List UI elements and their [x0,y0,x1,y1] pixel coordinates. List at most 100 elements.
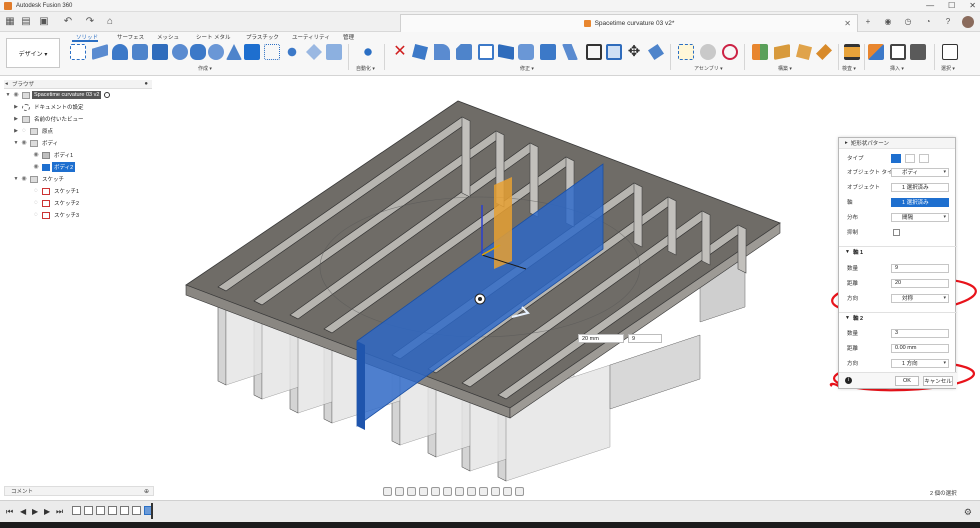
save-icon[interactable]: ▣ [38,16,50,28]
timeline-extrude-feature[interactable] [108,506,117,515]
distance-input[interactable]: 20 mm [578,334,624,343]
effects-icon[interactable] [503,486,512,496]
tab-sheet-metal[interactable]: シート メタル [196,33,231,41]
pattern-features-icon[interactable] [919,153,929,163]
joint-icon[interactable] [700,44,716,60]
press-pull-icon[interactable] [412,44,428,60]
sweep-icon[interactable] [132,44,148,60]
object-visibility-icon[interactable] [515,486,524,496]
help-icon[interactable]: ? [942,16,954,28]
orbit-icon[interactable] [383,486,392,496]
move-copy-icon[interactable]: ✥ [626,44,642,60]
timeline-sketch-feature[interactable] [96,506,105,515]
axis1-direction-select[interactable]: 対称 [891,293,949,303]
visibility-eye-icon[interactable]: ◉ [20,140,28,146]
tree-row-settings[interactable]: ▶ ドキュメントの設定 [4,101,152,113]
ok-button[interactable]: OK [895,376,919,386]
box-icon[interactable] [152,44,168,60]
visibility-eye-icon[interactable]: ◌ [32,212,40,218]
comments-panel[interactable]: コメント ⊕ [4,486,154,496]
tree-row-root[interactable]: ▼ ◉ Spacetime curvature 03 v2 [4,89,152,101]
timeline-sketch-feature[interactable] [72,506,81,515]
extensions-icon[interactable]: ◉ [882,16,894,28]
insert-group-label[interactable]: 挿入 ▾ [890,65,904,72]
shell-icon[interactable] [478,44,494,60]
offset-plane-icon[interactable] [752,44,768,60]
timeline-extrude-feature[interactable] [84,506,93,515]
modify-group-label[interactable]: 修正 ▾ [520,65,534,72]
silhouette-split-icon[interactable] [606,44,622,60]
info-icon[interactable]: i [845,377,852,384]
step-forward-icon[interactable]: ▶ [44,507,50,516]
visibility-eye-icon[interactable]: ◌ [32,188,40,194]
maximize-button[interactable]: ☐ [948,1,955,10]
visibility-eye-icon[interactable]: ◉ [32,164,40,170]
collapse-arrow-icon[interactable]: ◂ [5,81,8,87]
home-icon[interactable]: ⌂ [104,16,116,28]
select-group-label[interactable]: 選択 ▾ [941,65,955,72]
delete-icon[interactable]: ✕ [392,44,408,60]
motion-link-icon[interactable] [722,44,738,60]
grid-menu-icon[interactable]: ▦ [4,16,16,28]
tree-row-sketch3[interactable]: ◌ スケッチ3 [4,209,152,221]
file-menu-icon[interactable]: ▤ [20,16,32,28]
job-status-icon[interactable]: ◷ [902,16,914,28]
axis1-quantity-stepper[interactable]: 9 [891,263,949,273]
extrude-icon[interactable] [92,44,108,60]
sphere-icon[interactable] [172,44,188,60]
expand-arrow-icon[interactable]: ▶ [12,116,20,122]
revolve-icon[interactable] [112,44,128,60]
grid-settings-icon[interactable] [455,486,464,496]
split-face-icon[interactable] [562,44,578,60]
go-to-end-icon[interactable]: ⏭ [56,507,63,517]
coil-icon[interactable] [226,44,242,60]
axis1-distance-input[interactable]: 20 [891,278,949,288]
suppress-checkbox[interactable] [893,228,900,236]
comments-toggle-icon[interactable]: ⊕ [144,488,149,495]
expand-arrow-icon[interactable]: ▼ [12,176,20,182]
chamfer-icon[interactable] [456,44,472,60]
construct-group-label[interactable]: 構築 ▾ [778,65,792,72]
tree-row-bodies[interactable]: ▼ ◉ ボディ [4,137,152,149]
fit-icon[interactable] [431,486,440,496]
mirror-icon[interactable] [264,44,280,60]
torus-icon[interactable] [208,44,224,60]
scale-icon[interactable] [518,44,534,60]
tab-mesh[interactable]: メッシュ [157,33,179,41]
assembly-group-label[interactable]: アセンブリ ▾ [694,65,723,72]
visibility-eye-icon[interactable]: ◉ [20,176,28,182]
axis2-quantity-stepper[interactable]: 3 [891,328,949,338]
timeline-sketch-feature[interactable] [120,506,129,515]
axis2-distance-input[interactable]: 0.00 mm [891,343,949,353]
distribution-select[interactable]: 間隔 [891,212,949,222]
browser-pin-icon[interactable]: ● [144,81,148,87]
visibility-eye-icon[interactable]: ◌ [20,128,28,134]
tangent-plane-icon[interactable] [796,44,812,60]
timeline-marker[interactable] [151,503,153,519]
thicken-icon[interactable] [306,44,322,60]
objects-selector[interactable]: 1 選択済み [891,182,949,192]
tab-manage[interactable]: 管理 [343,33,354,41]
tree-row-body2[interactable]: ◉ ボディ2 [4,161,152,173]
new-tab-icon[interactable]: + [862,16,874,28]
tree-row-origin[interactable]: ▶ ◌ 原点 [4,125,152,137]
timeline-settings-icon[interactable]: ⚙ [964,507,972,518]
visibility-eye-icon[interactable]: ◌ [32,200,40,206]
viewports-icon[interactable] [467,486,476,496]
timeline-extrude-feature[interactable] [132,506,141,515]
close-tab-icon[interactable]: ✕ [844,19,851,28]
tree-row-sketch1[interactable]: ◌ スケッチ1 [4,185,152,197]
axis2-direction-select[interactable]: 1 方向 [891,358,949,368]
zoom-icon[interactable] [419,486,428,496]
environment-icon[interactable] [491,486,500,496]
create-group-label[interactable]: 作成 ▾ [198,65,212,72]
combine-icon[interactable] [540,44,556,60]
object-type-select[interactable]: ボディ [891,167,949,177]
tab-utilities[interactable]: ユーティリティ [292,33,330,41]
play-icon[interactable]: ▶ [32,507,38,516]
draft-icon[interactable] [498,44,514,60]
tree-row-sketch2[interactable]: ◌ スケッチ2 [4,197,152,209]
new-sketch-icon[interactable] [70,44,86,60]
axis2-section[interactable]: ▼ 軸 2 [839,312,957,322]
document-tab[interactable]: Spacetime curvature 03 v2* ✕ [400,14,858,32]
